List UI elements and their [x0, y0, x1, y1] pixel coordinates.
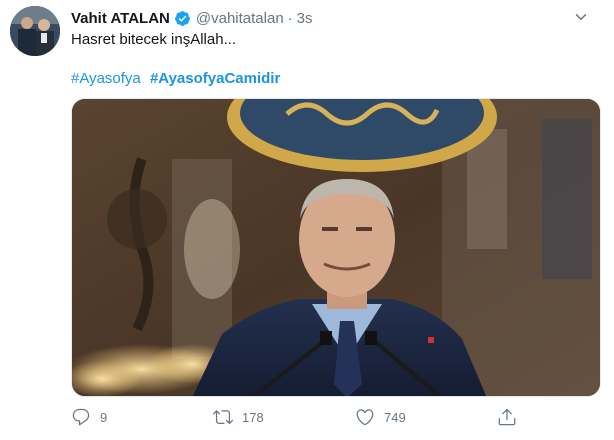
author-handle[interactable]: @vahitatalan — [196, 10, 284, 27]
share-button[interactable] — [497, 403, 517, 431]
chevron-down-icon[interactable] — [572, 8, 590, 26]
retweet-button[interactable]: 178 — [213, 403, 264, 431]
tweet-text: Hasret bitecek inşAllah... — [71, 31, 237, 48]
tweet-photo[interactable] — [71, 98, 601, 397]
reply-button[interactable]: 9 — [71, 403, 107, 431]
retweet-icon — [213, 410, 233, 425]
author-name[interactable]: Vahit ATALAN — [71, 10, 170, 27]
reply-icon — [72, 408, 90, 426]
avatar-image — [10, 6, 60, 56]
tweet-actions: 9 178 749 — [71, 403, 601, 431]
like-button[interactable]: 749 — [355, 403, 406, 431]
hashtag-ayasofyacamidir[interactable]: #AyasofyaCamidir — [150, 70, 280, 87]
like-count: 749 — [384, 409, 406, 425]
retweet-count: 178 — [242, 409, 264, 425]
avatar[interactable] — [10, 6, 60, 56]
hashtag-line: #Ayasofya #AyasofyaCamidir — [71, 70, 280, 87]
reply-count: 9 — [100, 409, 108, 425]
tweet-header: Vahit ATALAN @vahitatalan · 3s — [71, 8, 313, 28]
hashtag-ayasofya[interactable]: #Ayasofya — [71, 70, 141, 87]
separator-dot: · — [287, 9, 293, 27]
photo-image — [72, 99, 600, 396]
verified-badge-icon — [174, 10, 191, 27]
share-icon — [498, 408, 516, 426]
tweet: Vahit ATALAN @vahitatalan · 3s Hasret bi… — [0, 0, 614, 440]
tweet-timestamp[interactable]: 3s — [297, 10, 313, 27]
like-icon — [356, 409, 374, 426]
